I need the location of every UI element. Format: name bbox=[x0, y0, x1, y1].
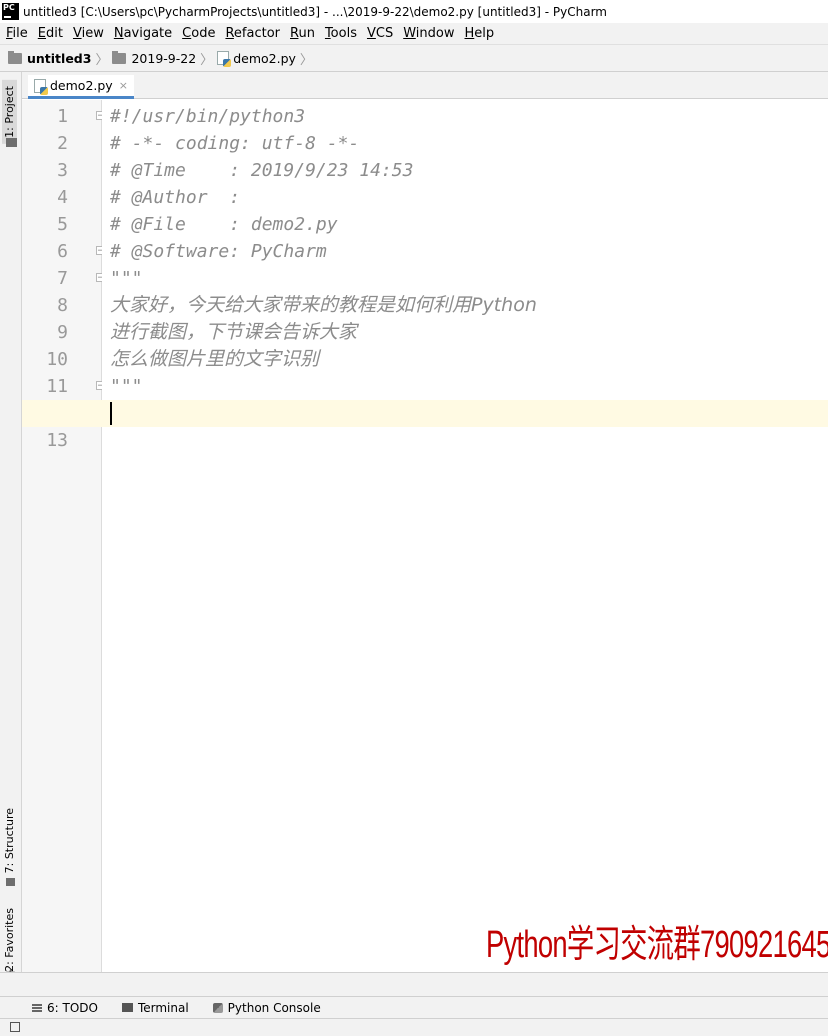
editor-bottom-border bbox=[0, 972, 828, 996]
line-number: 13 bbox=[46, 430, 68, 451]
code-line: """ bbox=[110, 376, 143, 397]
tab-python-console-label: Python Console bbox=[227, 1000, 321, 1015]
line-number: 2 bbox=[57, 133, 68, 154]
code-editor[interactable]: #!/usr/bin/python3 # -*- coding: utf-8 -… bbox=[22, 100, 828, 972]
folder-icon bbox=[8, 50, 22, 64]
code-line: 大家好，今天给大家带来的教程是如何利用Python bbox=[110, 294, 537, 316]
line-number: 10 bbox=[46, 349, 68, 370]
code-line: #!/usr/bin/python3 bbox=[110, 106, 306, 127]
breadcrumb-file[interactable]: demo2.py bbox=[217, 50, 296, 67]
tab-favorites[interactable]: 2: Favorites bbox=[3, 908, 16, 972]
python-console-icon bbox=[212, 1002, 223, 1013]
status-bar bbox=[0, 1018, 828, 1036]
line-number: 9 bbox=[57, 322, 68, 343]
text-caret bbox=[110, 402, 112, 425]
window-title: untitled3 [C:\Users\pc\PycharmProjects\u… bbox=[23, 4, 607, 19]
menu-view[interactable]: View bbox=[69, 26, 108, 41]
menu-window[interactable]: Window bbox=[399, 26, 458, 41]
terminal-icon bbox=[121, 1003, 133, 1012]
menu-code[interactable]: Code bbox=[178, 26, 219, 41]
menu-refactor[interactable]: Refactor bbox=[221, 26, 284, 41]
tab-project[interactable]: 1: Project bbox=[2, 80, 17, 144]
line-number: 5 bbox=[57, 214, 68, 235]
breadcrumb-folder[interactable]: 2019-9-22 bbox=[112, 50, 197, 66]
menu-bar: File Edit View Navigate Code Refactor Ru… bbox=[0, 23, 828, 45]
tab-python-console[interactable]: Python Console bbox=[212, 1000, 321, 1015]
line-number: 1 bbox=[57, 106, 68, 127]
breadcrumb-separator-icon: 〉 bbox=[200, 52, 214, 68]
tab-terminal-label: Terminal bbox=[137, 1000, 189, 1015]
structure-icon bbox=[6, 878, 15, 886]
code-line: """ bbox=[110, 268, 143, 289]
breadcrumb-separator-icon: 〉 bbox=[299, 52, 313, 68]
line-number: 6 bbox=[57, 241, 68, 262]
line-number: 11 bbox=[46, 376, 68, 397]
watermark-text: Python学习交流群790921645 bbox=[486, 924, 828, 966]
menu-run[interactable]: Run bbox=[286, 26, 319, 41]
python-file-icon bbox=[217, 51, 232, 67]
breadcrumb-project[interactable]: untitled3 bbox=[0, 50, 92, 66]
left-tool-strip: 1: Project 7: Structure 2: Favorites bbox=[0, 72, 22, 996]
folder-icon bbox=[112, 50, 127, 64]
todo-icon bbox=[32, 1003, 42, 1012]
python-file-icon bbox=[34, 78, 48, 95]
code-line: 进行截图，下节课会告诉大家 bbox=[110, 321, 358, 343]
tab-terminal[interactable]: Terminal bbox=[121, 1000, 189, 1015]
editor-tab-demo2[interactable]: demo2.py × bbox=[28, 75, 134, 99]
breadcrumb-project-label: untitled3 bbox=[27, 50, 92, 66]
line-number: 4 bbox=[57, 187, 68, 208]
menu-help[interactable]: Help bbox=[461, 26, 499, 41]
breadcrumb-separator-icon: 〉 bbox=[95, 52, 109, 68]
menu-vcs[interactable]: VCS bbox=[363, 26, 397, 41]
editor-gutter: 1 2 3 4 5 6 7 8 9 10 11 12 13 − − − − bbox=[22, 100, 105, 972]
breadcrumb-file-label: demo2.py bbox=[233, 50, 296, 66]
code-line: # -*- coding: utf-8 -*- bbox=[110, 133, 360, 154]
code-line: # @Software: PyCharm bbox=[110, 241, 327, 262]
breadcrumb-folder-label: 2019-9-22 bbox=[131, 50, 197, 66]
menu-tools[interactable]: Tools bbox=[321, 26, 361, 41]
project-folder-icon bbox=[6, 138, 17, 147]
menu-file[interactable]: File bbox=[0, 26, 32, 41]
editor-tab-label: demo2.py bbox=[50, 78, 113, 93]
code-line: # @File : demo2.py bbox=[110, 214, 338, 235]
menu-edit[interactable]: Edit bbox=[34, 26, 67, 41]
tab-todo-label: 6: TODO bbox=[47, 1000, 98, 1015]
line-number: 8 bbox=[57, 295, 68, 316]
code-line: # @Author : bbox=[110, 187, 241, 208]
menu-navigate[interactable]: Navigate bbox=[110, 26, 176, 41]
bottom-tool-bar: 6: TODO Terminal Python Console bbox=[0, 996, 828, 1018]
title-bar: PC untitled3 [C:\Users\pc\PycharmProject… bbox=[0, 0, 828, 23]
pycharm-logo-icon: PC bbox=[2, 3, 19, 20]
current-line-highlight bbox=[22, 400, 828, 427]
code-line: 怎么做图片里的文字识别 bbox=[110, 348, 320, 370]
editor-tab-bar: demo2.py × bbox=[22, 72, 828, 99]
line-number: 3 bbox=[57, 160, 68, 181]
tab-todo[interactable]: 6: TODO bbox=[32, 1001, 98, 1015]
code-line: # @Time : 2019/9/23 14:53 bbox=[110, 160, 414, 181]
tool-window-toggle-icon[interactable] bbox=[10, 1022, 20, 1032]
line-number: 7 bbox=[57, 268, 68, 289]
close-icon[interactable]: × bbox=[119, 79, 128, 92]
tab-structure[interactable]: 7: Structure bbox=[3, 808, 16, 873]
breadcrumb: untitled3 〉 2019-9-22 〉 demo2.py 〉 bbox=[0, 45, 828, 72]
